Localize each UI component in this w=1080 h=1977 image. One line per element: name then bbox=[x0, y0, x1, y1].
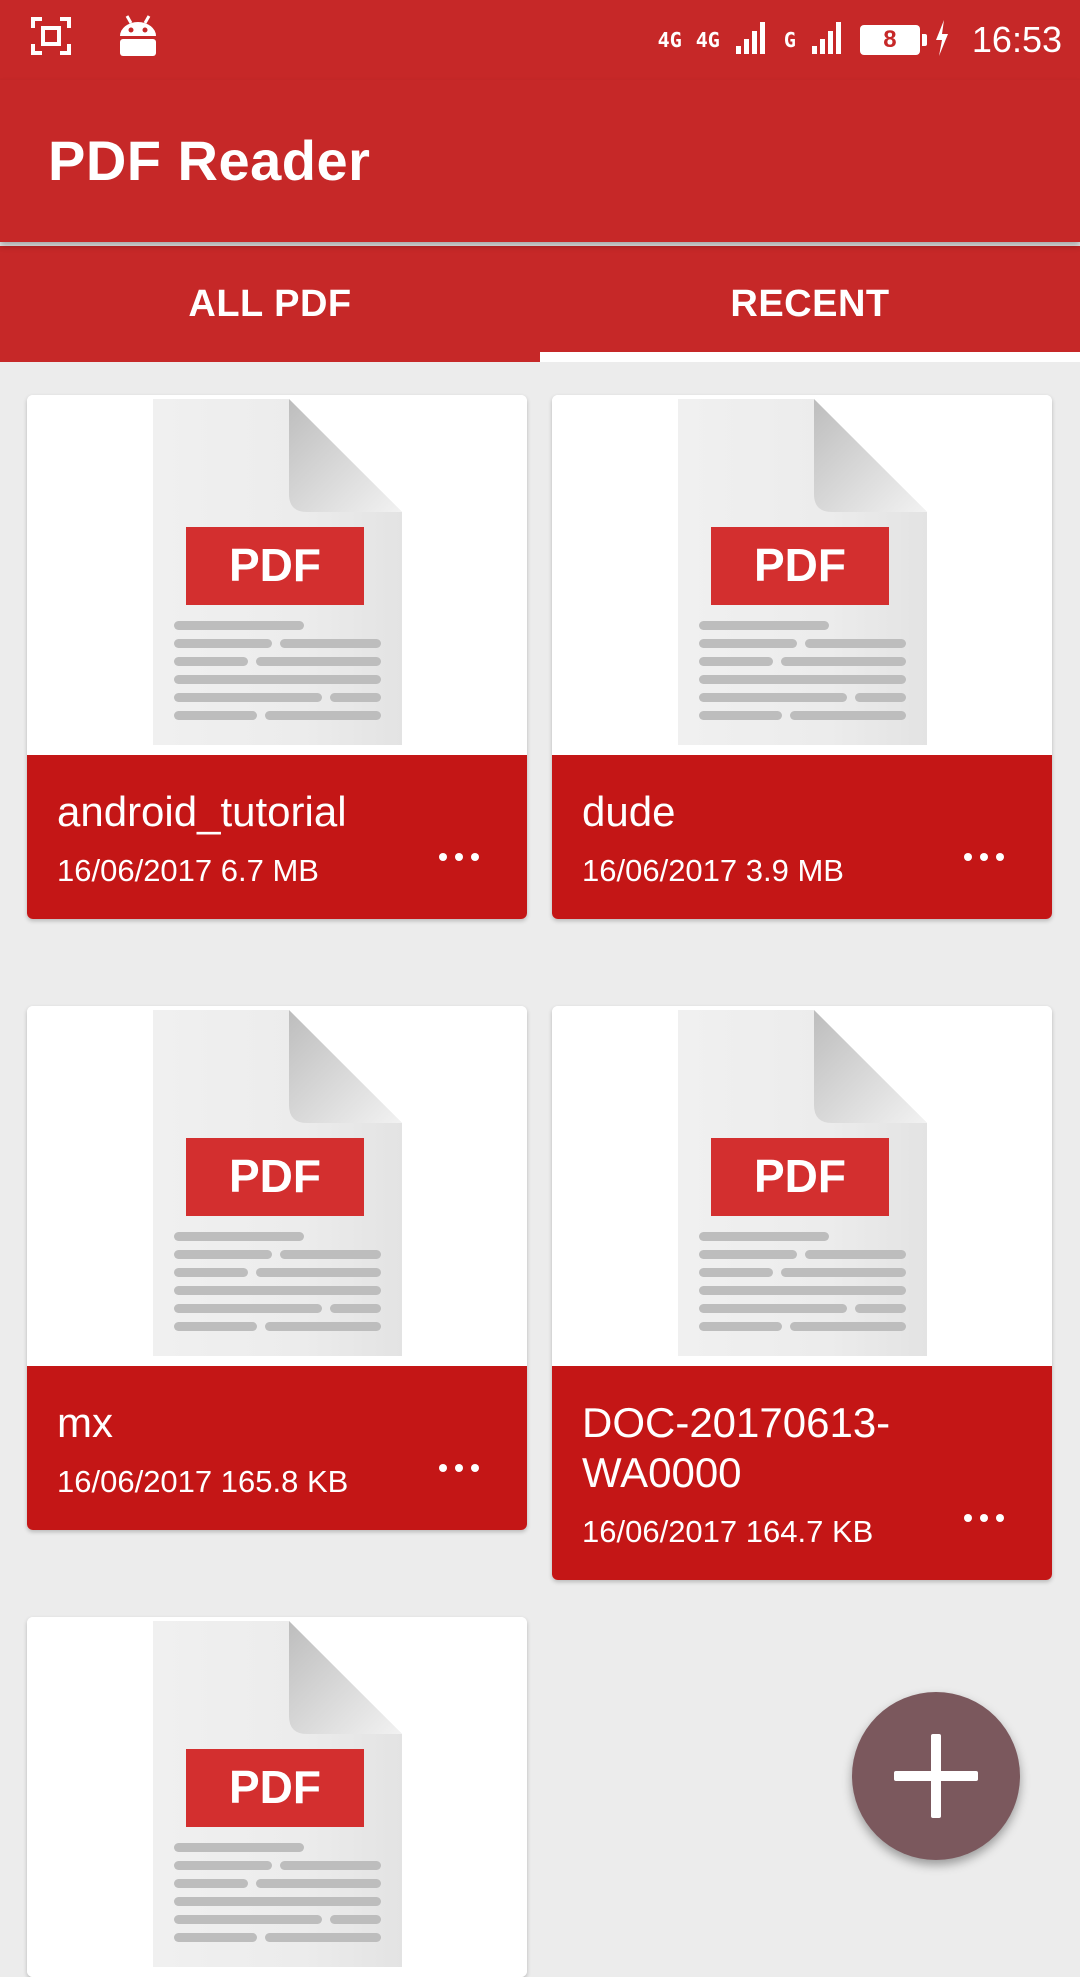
pdf-file-icon: PDF bbox=[678, 1010, 927, 1356]
network-type-1: 4G bbox=[657, 28, 682, 52]
status-bar: 4G 4G G 8 16:53 bbox=[0, 0, 1080, 80]
pdf-thumbnail: PDF bbox=[27, 395, 527, 755]
pdf-badge-label: PDF bbox=[229, 1150, 321, 1202]
file-name: android_tutorial bbox=[57, 788, 347, 835]
file-card[interactable]: PDF android_tutorial 16/06/2017 6.7 MB bbox=[27, 395, 527, 919]
tab-recent[interactable]: RECENT bbox=[540, 246, 1080, 362]
pdf-badge-label: PDF bbox=[229, 539, 321, 591]
pdf-file-icon: PDF bbox=[678, 399, 927, 745]
app-bar: PDF Reader bbox=[0, 80, 1080, 242]
file-name: DOC-20170613-WA0000 bbox=[582, 1399, 891, 1496]
file-name: dude bbox=[582, 788, 676, 835]
more-options-icon[interactable] bbox=[964, 1514, 1004, 1526]
file-info: mx 16/06/2017 165.8 KB bbox=[27, 1366, 527, 1530]
tab-all-pdf[interactable]: ALL PDF bbox=[0, 246, 540, 362]
file-meta: 16/06/2017 164.7 KB bbox=[582, 1514, 874, 1549]
pdf-badge-label: PDF bbox=[754, 539, 846, 591]
clock: 16:53 bbox=[971, 19, 1062, 60]
file-info: android_tutorial 16/06/2017 6.7 MB bbox=[27, 755, 527, 919]
charging-icon bbox=[934, 19, 950, 61]
network-type-2: 4G bbox=[695, 28, 720, 52]
file-meta: 16/06/2017 165.8 KB bbox=[57, 1464, 349, 1499]
pdf-file-icon: PDF bbox=[153, 1621, 402, 1967]
file-card[interactable]: PDF dude 16/06/2017 3.9 MB bbox=[552, 395, 1052, 919]
battery-icon: 8 bbox=[859, 25, 927, 55]
file-meta: 16/06/2017 3.9 MB bbox=[582, 853, 844, 888]
app-title: PDF Reader bbox=[48, 129, 371, 192]
tab-bar: ALL PDF RECENT bbox=[0, 246, 1080, 362]
pdf-thumbnail: PDF bbox=[27, 1617, 527, 1977]
file-info: dude 16/06/2017 3.9 MB bbox=[552, 755, 1052, 919]
network-type-3: G bbox=[783, 28, 796, 52]
signal-icon-2 bbox=[810, 20, 846, 61]
more-options-icon[interactable] bbox=[439, 1464, 479, 1476]
pdf-thumbnail: PDF bbox=[27, 1006, 527, 1366]
pdf-file-icon: PDF bbox=[153, 399, 402, 745]
more-options-icon[interactable] bbox=[964, 853, 1004, 865]
pdf-thumbnail: PDF bbox=[552, 395, 1052, 755]
file-card[interactable]: PDF mx 16/06/2017 165.8 KB bbox=[27, 1006, 527, 1530]
android-icon bbox=[116, 14, 160, 63]
pdf-file-icon: PDF bbox=[153, 1010, 402, 1356]
screenshot-icon bbox=[30, 16, 72, 61]
pdf-badge-label: PDF bbox=[229, 1761, 321, 1813]
signal-icon bbox=[734, 20, 770, 61]
file-info: DOC-20170613-WA0000 16/06/2017 164.7 KB bbox=[552, 1366, 1052, 1580]
more-options-icon[interactable] bbox=[439, 853, 479, 865]
file-meta: 16/06/2017 6.7 MB bbox=[57, 853, 319, 888]
file-name: mx bbox=[57, 1399, 113, 1446]
pdf-badge-label: PDF bbox=[754, 1150, 846, 1202]
file-card[interactable]: PDF bbox=[27, 1617, 527, 1977]
pdf-thumbnail: PDF bbox=[552, 1006, 1052, 1366]
add-file-button[interactable] bbox=[852, 1692, 1020, 1860]
file-card[interactable]: PDF DOC-20170613-WA0000 16/06/2017 164.7… bbox=[552, 1006, 1052, 1580]
